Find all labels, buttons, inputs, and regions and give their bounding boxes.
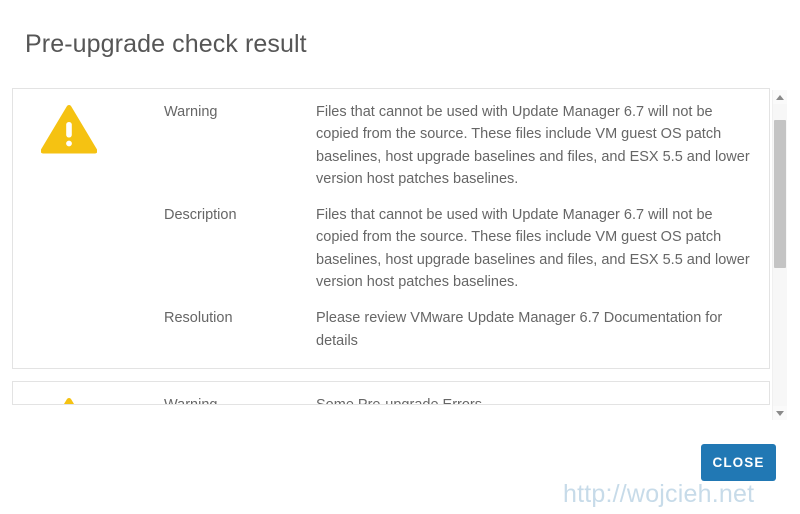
result-rows: Warning Some Pre-upgrade Errors xyxy=(164,394,769,405)
chevron-up-icon xyxy=(776,94,784,100)
dialog-footer: CLOSE xyxy=(0,425,800,514)
pre-upgrade-check-dialog: Pre-upgrade check result Warning Files t… xyxy=(0,0,800,514)
scrollbar-up-button[interactable] xyxy=(773,90,787,104)
result-row-warning: Warning Files that cannot be used with U… xyxy=(164,101,751,190)
warning-triangle-icon xyxy=(41,105,97,154)
result-row-warning: Warning Some Pre-upgrade Errors xyxy=(164,394,751,405)
result-row-value: Please review VMware Update Manager 6.7 … xyxy=(316,310,723,349)
scrollbar-thumb[interactable] xyxy=(774,120,786,268)
dialog-body: Warning Files that cannot be used with U… xyxy=(0,88,800,425)
results-scrollbar[interactable] xyxy=(772,90,787,420)
scrollbar-track[interactable] xyxy=(773,104,787,406)
result-row-resolution: Resolution Please review VMware Update M… xyxy=(164,307,751,352)
warning-triangle-icon xyxy=(63,397,75,404)
chevron-down-icon xyxy=(776,410,784,416)
close-button[interactable]: CLOSE xyxy=(701,444,776,481)
result-icon-cell xyxy=(13,394,164,404)
result-row-value: Files that cannot be used with Update Ma… xyxy=(316,104,750,187)
result-row-value: Some Pre-upgrade Errors xyxy=(316,396,483,405)
result-card: Warning Files that cannot be used with U… xyxy=(12,88,770,369)
result-row-label: Warning xyxy=(164,396,218,405)
dialog-header: Pre-upgrade check result xyxy=(0,0,800,88)
result-icon-cell xyxy=(13,101,164,352)
result-card: Warning Some Pre-upgrade Errors xyxy=(12,380,770,405)
result-row-label: Warning xyxy=(164,104,218,120)
result-row-label: Description xyxy=(164,207,237,224)
result-rows: Warning Files that cannot be used with U… xyxy=(164,101,769,352)
page-title: Pre-upgrade check result xyxy=(25,30,307,58)
result-row-value: Files that cannot be used with Update Ma… xyxy=(316,207,750,291)
result-row-description: Description Files that cannot be used wi… xyxy=(164,204,751,293)
results-scroll-viewport[interactable]: Warning Files that cannot be used with U… xyxy=(12,88,770,425)
scrollbar-down-button[interactable] xyxy=(773,406,787,420)
result-row-label: Resolution xyxy=(164,310,233,327)
